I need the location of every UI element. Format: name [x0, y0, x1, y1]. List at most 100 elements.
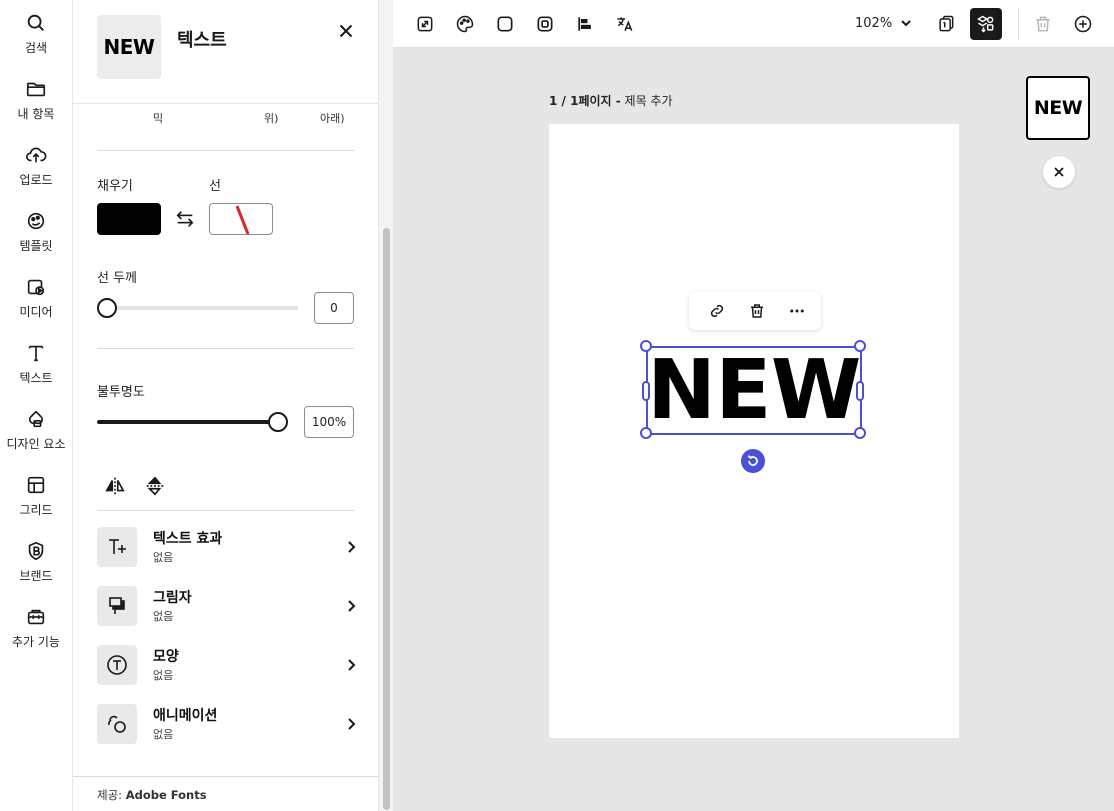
resize-handle-right[interactable]: [856, 381, 864, 401]
link-button[interactable]: [705, 299, 729, 323]
add-button[interactable]: [1067, 8, 1099, 40]
selected-text-element[interactable]: NEW: [640, 340, 866, 439]
flip-horizontal-icon[interactable]: [104, 475, 126, 497]
rail-item-upload[interactable]: 업로드: [0, 144, 72, 188]
media-icon: [27, 279, 45, 296]
text-effects-row[interactable]: 텍스트 효과 없음: [97, 527, 361, 567]
template-icon: [27, 212, 45, 230]
search-icon: [27, 14, 44, 31]
rail-label: 브랜드: [19, 569, 53, 583]
translate-icon: [617, 17, 633, 31]
rail-item-grid[interactable]: 그리드: [0, 474, 72, 518]
close-icon[interactable]: [335, 20, 357, 42]
row-icon-box: [97, 586, 137, 626]
row-icon-box: [97, 527, 137, 567]
palette-icon: [456, 15, 474, 33]
trash-icon: [1036, 16, 1050, 32]
close-preview-button[interactable]: [1043, 156, 1075, 188]
rail-item-my-items[interactable]: 내 항목: [0, 78, 72, 122]
more-horizontal-icon: [790, 309, 804, 313]
rotate-icon: [747, 455, 758, 466]
stroke-width-slider-thumb[interactable]: [97, 298, 117, 318]
font-provider: 제공: Adobe Fonts: [97, 787, 207, 803]
rotate-handle[interactable]: [741, 449, 765, 473]
translate-button[interactable]: [609, 8, 641, 40]
top-toolbar: 102%: [393, 0, 1114, 48]
delete-button[interactable]: [1027, 8, 1059, 40]
opacity-slider[interactable]: [97, 420, 278, 424]
rail-item-media[interactable]: 미디어: [0, 276, 72, 320]
row-title: 텍스트 효과: [153, 531, 223, 547]
shape-icon: [107, 655, 127, 675]
shape-button[interactable]: [489, 8, 521, 40]
opacity-slider-thumb[interactable]: [268, 412, 288, 432]
color-button[interactable]: [449, 8, 481, 40]
panel-title: 텍스트: [177, 30, 227, 51]
layers-icon: [977, 15, 994, 33]
shadow-icon: [109, 597, 125, 614]
row-icon-box: [97, 704, 137, 744]
page-preview-thumbnail[interactable]: NEW: [1026, 76, 1090, 140]
divider: [97, 150, 354, 151]
swap-icon[interactable]: [174, 209, 196, 229]
divider: [97, 510, 354, 511]
canvas-text[interactable]: NEW: [647, 348, 861, 433]
zoom-level[interactable]: 102%: [855, 16, 892, 31]
stroke-width-input[interactable]: 0: [314, 292, 354, 324]
toolbar-separator: [1018, 8, 1019, 40]
rail-item-addons[interactable]: 추가 기능: [0, 606, 72, 650]
stroke-width-label: 선 두께: [97, 271, 138, 286]
text-properties-panel: NEW 텍스트 믹 위) 아래) 채우기 선 선 두께 0 불투명도 100% …: [73, 0, 379, 811]
rail-item-brand[interactable]: 브랜드: [0, 540, 72, 584]
frame-button[interactable]: [529, 8, 561, 40]
rail-label: 템플릿: [19, 239, 53, 253]
flip-vertical-icon[interactable]: [144, 475, 166, 497]
chevron-down-icon[interactable]: [899, 16, 913, 30]
rail-label: 추가 기능: [12, 635, 60, 649]
divider: [73, 776, 379, 777]
opacity-input[interactable]: 100%: [304, 406, 354, 438]
layers-button[interactable]: [970, 8, 1002, 40]
folder-icon: [26, 82, 46, 97]
row-title: 모양: [153, 649, 179, 665]
left-rail: 검색 내 항목 업로드 템플릿 미디어 텍스트 디자인 요소 그리드 브랜드 추…: [0, 0, 73, 811]
align-button[interactable]: [569, 8, 601, 40]
addons-icon: [27, 609, 45, 625]
resize-handle-bottom-right[interactable]: [854, 427, 866, 439]
rail-item-design-elements[interactable]: 디자인 요소: [0, 408, 72, 452]
stroke-width-slider[interactable]: [97, 306, 298, 310]
resize-icon: [417, 16, 433, 32]
page-title[interactable]: 제목 추가: [625, 94, 673, 108]
rail-item-templates[interactable]: 템플릿: [0, 210, 72, 254]
fill-color-swatch[interactable]: [97, 203, 161, 235]
animation-row[interactable]: 애니메이션 없음: [97, 704, 361, 744]
shape-row[interactable]: 모양 없음: [97, 645, 361, 685]
delete-element-button[interactable]: [745, 299, 769, 323]
pages-button[interactable]: [930, 8, 962, 40]
shadow-row[interactable]: 그림자 없음: [97, 586, 361, 626]
resize-handle-top-left[interactable]: [640, 340, 652, 352]
resize-handle-bottom-left[interactable]: [640, 427, 652, 439]
opacity-label: 불투명도: [97, 385, 145, 400]
rail-label: 업로드: [19, 173, 53, 187]
rail-item-search[interactable]: 검색: [0, 12, 72, 56]
scrollbar-thumb[interactable]: [383, 228, 390, 810]
thumbnail-text: NEW: [103, 35, 155, 59]
rail-label: 검색: [24, 41, 48, 55]
row-icon-box: [97, 645, 137, 685]
row-subtitle: 없음: [153, 610, 174, 623]
context-toolbar: [689, 292, 821, 330]
panel-header: NEW 텍스트: [73, 0, 379, 104]
resize-button[interactable]: [409, 8, 441, 40]
row-title: 그림자: [153, 590, 192, 606]
stroke-color-swatch[interactable]: [209, 203, 273, 235]
grid-icon: [27, 476, 45, 494]
cloud-upload-icon: [26, 147, 47, 163]
more-options-button[interactable]: [785, 299, 809, 323]
resize-handle-top-right[interactable]: [854, 340, 866, 352]
panel-scrollbar[interactable]: [379, 0, 393, 811]
plus-circle-icon: [1074, 15, 1092, 33]
resize-handle-left[interactable]: [642, 381, 650, 401]
row-subtitle: 없음: [153, 728, 174, 741]
rail-item-text[interactable]: 텍스트: [0, 342, 72, 386]
